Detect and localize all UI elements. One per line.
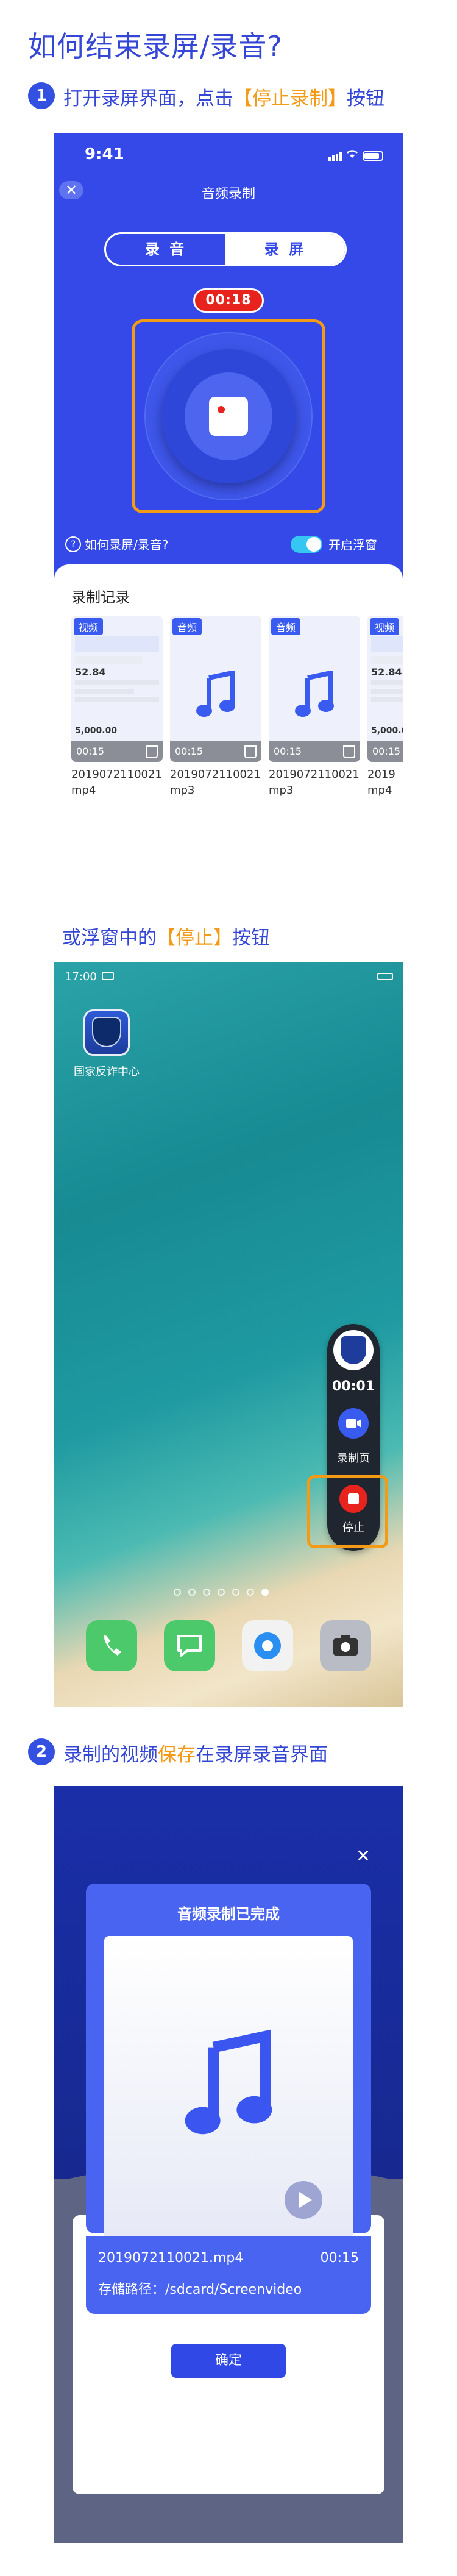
page-dot bbox=[247, 1589, 254, 1596]
browser-app-icon[interactable] bbox=[242, 1620, 293, 1671]
step-1-badge: 1 bbox=[28, 82, 55, 109]
page-dot bbox=[174, 1589, 181, 1596]
video-thumbnail: 52.84 5,000.00 bbox=[75, 636, 159, 735]
record-timer: 00:18 bbox=[193, 288, 264, 313]
float-window-label: 开启浮窗 bbox=[328, 538, 377, 552]
record-page-label: 录制页 bbox=[337, 1452, 370, 1465]
page-indicator bbox=[174, 1589, 269, 1596]
status-icons bbox=[328, 149, 383, 161]
page-dot bbox=[232, 1589, 239, 1596]
phone-icon bbox=[104, 1635, 121, 1656]
record-type-badge: 视频 bbox=[370, 618, 400, 635]
page-dot-active bbox=[261, 1589, 269, 1596]
status-time: 9:41 bbox=[85, 145, 124, 163]
step-2-text-b: 在录屏录音界面 bbox=[196, 1744, 328, 1766]
record-type-badge: 视频 bbox=[74, 618, 104, 635]
page-dot bbox=[203, 1589, 210, 1596]
help-text: 如何录屏/录音? bbox=[85, 538, 169, 552]
step-1-text-a: 打开录屏界面，点击 bbox=[63, 88, 233, 110]
record-card[interactable]: 52.84 5,000.00 视频 00:15 bbox=[367, 616, 403, 762]
thumb-value-2: 5,000.00 bbox=[75, 726, 118, 736]
confirm-button[interactable]: 确定 bbox=[171, 2344, 286, 2378]
play-icon bbox=[299, 2192, 312, 2208]
step-1-highlight: 【停止录制】 bbox=[233, 88, 347, 110]
camera-icon bbox=[333, 1635, 358, 1656]
page-dot bbox=[188, 1589, 196, 1596]
float-window-toggle-row: 开启浮窗 bbox=[291, 535, 377, 553]
step-2-badge: 2 bbox=[28, 1738, 55, 1765]
trash-icon[interactable] bbox=[343, 745, 355, 758]
page-dot bbox=[218, 1589, 225, 1596]
message-icon bbox=[177, 1635, 202, 1657]
play-button[interactable] bbox=[285, 2181, 322, 2219]
float-window-instruction: 或浮窗中的【停止】按钮 bbox=[62, 922, 270, 950]
thumb-value-1: 52.84 bbox=[75, 666, 106, 678]
music-note-icon bbox=[295, 671, 334, 717]
file-name: 2019072110021.mp4 bbox=[98, 2250, 244, 2266]
home-screen: 17:00 国家反诈中心 00:01 录制页 停止 bbox=[54, 962, 403, 1707]
record-filename: 2019072110021. mp3 bbox=[269, 768, 360, 797]
mode-segmented-control: 录 音 录 屏 bbox=[104, 232, 347, 266]
step-2-highlight: 保存 bbox=[158, 1744, 196, 1766]
shield-icon bbox=[92, 1017, 121, 1047]
trash-icon[interactable] bbox=[146, 745, 158, 758]
highlight-frame bbox=[307, 1475, 388, 1548]
signal-icon bbox=[328, 152, 342, 161]
video-thumbnail: 52.84 5,000.00 bbox=[371, 636, 403, 735]
instruction-text-a: 或浮窗中的 bbox=[62, 927, 157, 949]
record-type-badge: 音频 bbox=[271, 618, 301, 635]
record-filename: 2019072110021. mp4 bbox=[71, 768, 163, 797]
video-camera-icon bbox=[346, 1419, 361, 1428]
notification-icon bbox=[102, 972, 114, 980]
highlight-frame bbox=[132, 319, 325, 513]
step-2-text: 录制的视频保存在录屏录音界面 bbox=[63, 1739, 328, 1767]
close-icon: ✕ bbox=[356, 1846, 370, 1866]
float-window-toggle[interactable] bbox=[291, 535, 322, 553]
instruction-text-b: 按钮 bbox=[232, 927, 270, 949]
step-1-text: 打开录屏界面，点击【停止录制】按钮 bbox=[63, 83, 384, 110]
status-time: 17:00 bbox=[65, 970, 97, 983]
battery-icon bbox=[363, 151, 383, 161]
record-type-badge: 音频 bbox=[172, 618, 202, 635]
thumb-value-1: 52.84 bbox=[371, 666, 402, 678]
float-timer: 00:01 bbox=[331, 1379, 375, 1394]
record-page-button[interactable] bbox=[338, 1408, 369, 1439]
battery-icon bbox=[377, 973, 393, 980]
storage-path: 存储路径：/sdcard/Screenvideo bbox=[98, 2282, 302, 2297]
recording-complete-screen: ✕ 音频录制已完成 2019072110021.mp4 00:15 存储路径：/… bbox=[54, 1786, 403, 2543]
question-icon: ? bbox=[65, 536, 81, 552]
records-title: 录制记录 bbox=[71, 589, 130, 606]
thumb-value-2: 5,000.00 bbox=[371, 726, 403, 736]
record-duration: 00:15 bbox=[367, 741, 403, 762]
page-title: 如何结束录屏/录音? bbox=[28, 30, 283, 63]
help-link[interactable]: ? 如何录屏/录音? bbox=[65, 535, 168, 553]
message-app-icon[interactable] bbox=[164, 1620, 215, 1671]
step-1-text-b: 按钮 bbox=[347, 88, 384, 110]
record-card[interactable]: 52.84 5,000.00 视频 00:15 bbox=[71, 616, 163, 762]
close-button[interactable]: ✕ bbox=[354, 1847, 372, 1865]
app-label: 国家反诈中心 bbox=[74, 1066, 140, 1078]
app-logo-icon[interactable] bbox=[333, 1330, 374, 1370]
trash-icon[interactable] bbox=[244, 745, 257, 758]
phone-app-icon[interactable] bbox=[86, 1620, 137, 1671]
record-filename: 2019 mp4 bbox=[367, 768, 395, 797]
recorder-screen: 9:41 ✕ 音频录制 录 音 录 屏 00:18 ? 如何录屏/录音? 开启浮… bbox=[54, 133, 403, 835]
step-2-text-a: 录制的视频 bbox=[63, 1744, 158, 1766]
music-note-icon bbox=[196, 671, 235, 717]
record-filename: 2019072110021. mp3 bbox=[170, 768, 261, 797]
file-duration: 00:15 bbox=[320, 2250, 359, 2266]
header-title: 音频录制 bbox=[201, 187, 255, 202]
wifi-icon bbox=[345, 149, 359, 161]
record-card[interactable]: 音频 00:15 bbox=[170, 616, 261, 762]
tab-screen[interactable]: 录 屏 bbox=[225, 234, 345, 265]
music-note-icon bbox=[185, 2029, 272, 2135]
tab-audio[interactable]: 录 音 bbox=[106, 234, 225, 265]
instruction-highlight: 【停止】 bbox=[157, 927, 232, 949]
file-info-panel bbox=[86, 2236, 371, 2314]
record-card[interactable]: 音频 00:15 bbox=[269, 616, 360, 762]
browser-icon bbox=[254, 1632, 281, 1659]
camera-app-icon[interactable] bbox=[320, 1620, 371, 1671]
dialog-title: 音频录制已完成 bbox=[177, 1905, 280, 1923]
